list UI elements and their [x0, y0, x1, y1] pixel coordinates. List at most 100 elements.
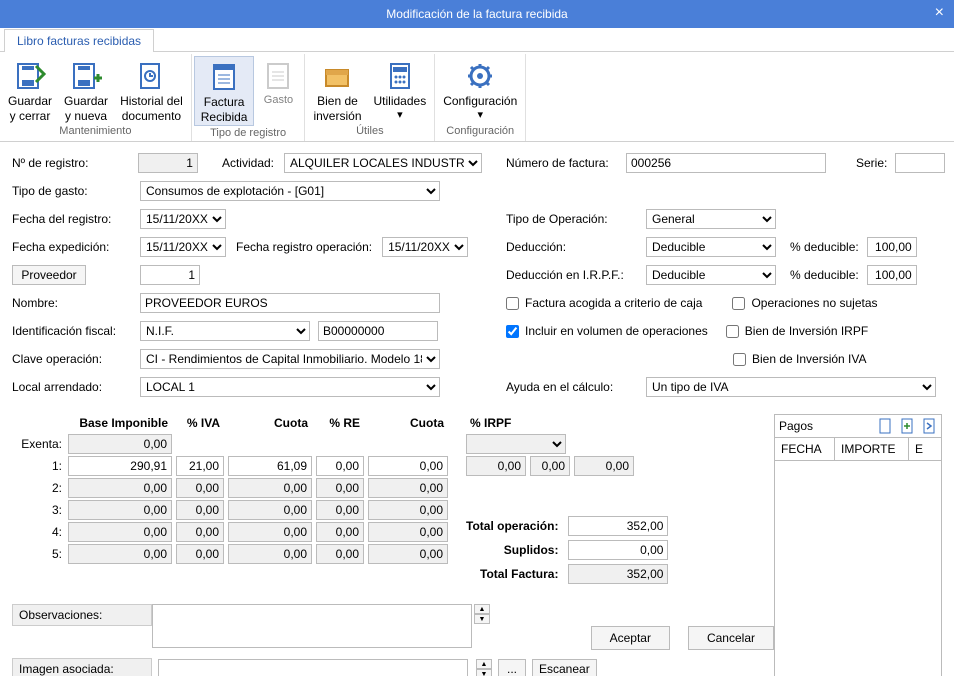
tipo-gasto-select[interactable]: Consumos de explotación - [G01]: [140, 181, 440, 201]
add-page-icon[interactable]: [899, 418, 915, 434]
close-icon[interactable]: ×: [935, 4, 944, 22]
historial-documento-button[interactable]: Historial deldocumento: [114, 56, 189, 124]
bien-inversion-button[interactable]: Bien deinversión: [307, 56, 367, 124]
history-icon: [135, 60, 167, 92]
r2-cuota[interactable]: [228, 478, 312, 498]
browse-button[interactable]: ...: [498, 659, 526, 676]
r4-re[interactable]: [316, 522, 364, 542]
configuracion-button[interactable]: Configuración▾: [437, 56, 523, 124]
new-page-icon[interactable]: [877, 418, 893, 434]
r4-base[interactable]: [68, 522, 172, 542]
box-icon: [321, 60, 353, 92]
serie-input[interactable]: [895, 153, 945, 173]
tipo-operacion-select[interactable]: General: [646, 209, 776, 229]
chk-incluir-volumen[interactable]: [506, 325, 519, 338]
fecha-reg-oper-input[interactable]: 15/11/20XX: [382, 237, 468, 257]
n-registro-input[interactable]: [138, 153, 198, 173]
irpf-pct[interactable]: [530, 456, 570, 476]
deduccion-irpf-select[interactable]: Deducible: [646, 265, 776, 285]
label-pct-deducible-1: % deducible:: [790, 240, 859, 254]
r2-cuotare[interactable]: [368, 478, 448, 498]
label-total-operacion: Total operación:: [466, 519, 558, 533]
group-label-tipo-registro: Tipo de registro: [194, 126, 303, 141]
label-observaciones: Observaciones:: [12, 604, 152, 626]
label-bien-inv-irpf: Bien de Inversión IRPF: [745, 324, 868, 338]
ribbon: Guardary cerrar Guardary nueva Historial…: [0, 52, 954, 142]
chk-oper-no-sujetas[interactable]: [732, 297, 745, 310]
total-operacion[interactable]: [568, 516, 668, 536]
r1-iva[interactable]: [176, 456, 224, 476]
r5-cuota[interactable]: [228, 544, 312, 564]
r3-base[interactable]: [68, 500, 172, 520]
guardar-y-nueva-button[interactable]: Guardary nueva: [58, 56, 114, 124]
hdr-base-imponible: Base Imponible: [68, 414, 172, 432]
gasto-button[interactable]: Gasto: [254, 56, 302, 126]
r3-re[interactable]: [316, 500, 364, 520]
irpf-cuota[interactable]: [574, 456, 634, 476]
chk-factura-caja[interactable]: [506, 297, 519, 310]
proveedor-button[interactable]: Proveedor: [12, 265, 86, 285]
img-down[interactable]: ▼: [476, 669, 492, 676]
observaciones-input[interactable]: [152, 604, 472, 648]
r1-re[interactable]: [316, 456, 364, 476]
irpf-select[interactable]: [466, 434, 566, 454]
proveedor-input[interactable]: [140, 265, 200, 285]
utilidades-button[interactable]: Utilidades▾: [368, 56, 433, 124]
img-up[interactable]: ▲: [476, 659, 492, 669]
clave-operacion-select[interactable]: CI - Rendimientos de Capital Inmobiliari…: [140, 349, 440, 369]
pct-deducible-1-input[interactable]: [867, 237, 917, 257]
r4-iva[interactable]: [176, 522, 224, 542]
chk-bien-inv-iva[interactable]: [733, 353, 746, 366]
chk-bien-inv-irpf[interactable]: [726, 325, 739, 338]
grid-row-1: 1:: [12, 456, 448, 476]
fecha-registro-input[interactable]: 15/11/20XX: [140, 209, 226, 229]
irpf-base[interactable]: [466, 456, 526, 476]
r2-re[interactable]: [316, 478, 364, 498]
actividad-select[interactable]: ALQUILER LOCALES INDUSTRIALES: [284, 153, 482, 173]
save-new-icon: [70, 60, 102, 92]
gear-icon: [464, 60, 496, 92]
escanear-button[interactable]: Escanear: [532, 659, 597, 676]
label-oper-no-sujetas: Operaciones no sujetas: [751, 296, 877, 310]
cancelar-button[interactable]: Cancelar: [688, 626, 774, 650]
fecha-expedicion-input[interactable]: 15/11/20XX: [140, 237, 226, 257]
pct-deducible-2-input[interactable]: [867, 265, 917, 285]
factura-recibida-button[interactable]: FacturaRecibida: [194, 56, 255, 126]
pagos-col-importe: IMPORTE: [835, 438, 909, 460]
r3-cuotare[interactable]: [368, 500, 448, 520]
r3-iva[interactable]: [176, 500, 224, 520]
r3-cuota[interactable]: [228, 500, 312, 520]
ayuda-calculo-select[interactable]: Un tipo de IVA: [646, 377, 936, 397]
tab-libro-recibidas[interactable]: Libro facturas recibidas: [4, 29, 154, 52]
save-close-icon: [14, 60, 46, 92]
r4-cuotare[interactable]: [368, 522, 448, 542]
r2-iva[interactable]: [176, 478, 224, 498]
ident-fiscal-tipo-select[interactable]: N.I.F.: [140, 321, 310, 341]
deduccion-select[interactable]: Deducible: [646, 237, 776, 257]
r2-base[interactable]: [68, 478, 172, 498]
r5-cuotare[interactable]: [368, 544, 448, 564]
r5-iva[interactable]: [176, 544, 224, 564]
ident-fiscal-num-input[interactable]: [318, 321, 438, 341]
label-n-registro: Nº de registro:: [12, 156, 138, 170]
r5-base[interactable]: [68, 544, 172, 564]
r1-cuota[interactable]: [228, 456, 312, 476]
imagen-asociada-input[interactable]: [158, 659, 468, 676]
r1-base[interactable]: [68, 456, 172, 476]
suplidos[interactable]: [568, 540, 668, 560]
r5-re[interactable]: [316, 544, 364, 564]
obs-up[interactable]: ▲: [474, 604, 490, 614]
local-arrendado-select[interactable]: LOCAL 1: [140, 377, 440, 397]
group-label-utiles: Útiles: [307, 124, 432, 139]
r4-cuota[interactable]: [228, 522, 312, 542]
label-local-arrendado: Local arrendado:: [12, 380, 140, 394]
obs-down[interactable]: ▼: [474, 614, 490, 624]
numero-factura-input[interactable]: [626, 153, 826, 173]
exenta-input[interactable]: [68, 434, 172, 454]
titlebar: Modificación de la factura recibida ×: [0, 0, 954, 28]
guardar-y-cerrar-button[interactable]: Guardary cerrar: [2, 56, 58, 124]
forward-page-icon[interactable]: [921, 418, 937, 434]
nombre-input[interactable]: [140, 293, 440, 313]
r1-cuotare[interactable]: [368, 456, 448, 476]
aceptar-button[interactable]: Aceptar: [591, 626, 670, 650]
